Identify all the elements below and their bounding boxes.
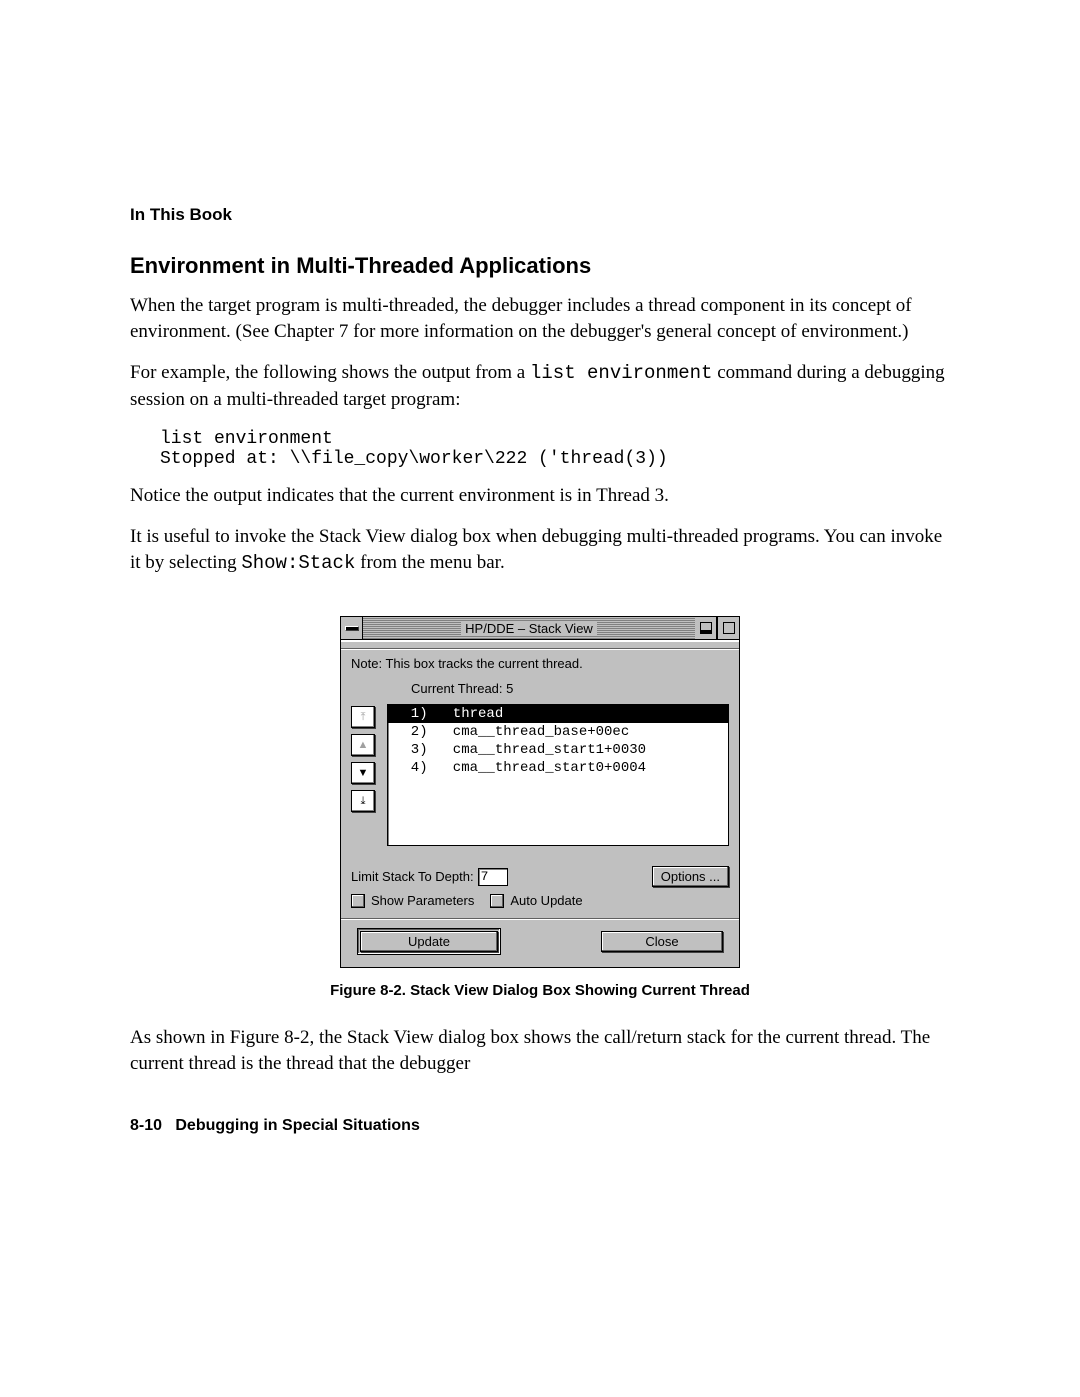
code-block: list environment Stopped at: \\file_copy… (160, 429, 950, 469)
scroll-bottom-button[interactable]: ⤓ (351, 790, 375, 812)
paragraph: For example, the following shows the out… (130, 360, 950, 412)
section-title: Environment in Multi-Threaded Applicatio… (130, 253, 950, 279)
update-button[interactable]: Update (360, 931, 498, 952)
stack-frame-row[interactable]: 2) cma__thread_base+00ec (388, 723, 728, 741)
text: from the menu bar. (355, 552, 504, 573)
page-footer: 8-10 Debugging in Special Situations (130, 1117, 950, 1135)
limit-depth-input[interactable] (478, 868, 508, 886)
limit-depth-label: Limit Stack To Depth: (351, 869, 474, 884)
close-button[interactable]: Close (601, 931, 723, 952)
dialog-body: Note: This box tracks the current thread… (341, 640, 739, 967)
text: For example, the following shows the out… (130, 362, 530, 383)
stack-listbox[interactable]: 1) thread 2) cma__thread_base+00ec 3) cm… (387, 704, 729, 846)
triangle-bar-up-icon: ⤒ (361, 711, 366, 724)
system-menu-button[interactable] (341, 617, 363, 639)
paragraph: It is useful to invoke the Stack View di… (130, 524, 950, 576)
maximize-button[interactable] (717, 617, 739, 639)
triangle-up-icon: ▲ (358, 739, 369, 751)
note-text: Note: This box tracks the current thread… (351, 656, 729, 671)
running-head: In This Book (130, 205, 950, 225)
stack-area: ⤒ ▲ ▼ ⤓ 1) thread 2) cma__thread_base+00… (351, 704, 729, 846)
scroll-buttons: ⤒ ▲ ▼ ⤓ (351, 704, 375, 846)
default-button-ring: Update (357, 928, 501, 955)
current-thread-value: 5 (506, 681, 513, 696)
figure-caption: Figure 8-2. Stack View Dialog Box Showin… (130, 982, 950, 999)
dash-icon (345, 626, 359, 631)
chapter-title: Debugging in Special Situations (175, 1117, 419, 1134)
scroll-up-button[interactable]: ▲ (351, 734, 375, 756)
paragraph: As shown in Figure 8-2, the Stack View d… (130, 1025, 950, 1076)
scroll-down-button[interactable]: ▼ (351, 762, 375, 784)
titlebar: HP/DDE – Stack View (341, 617, 739, 640)
stack-frame-row[interactable]: 4) cma__thread_start0+0004 (388, 759, 728, 777)
checkbox-icon (490, 894, 504, 908)
options-button[interactable]: Options ... (652, 866, 729, 887)
label-text: Current Thread: (411, 681, 506, 696)
paragraph: Notice the output indicates that the cur… (130, 483, 950, 509)
checkbox-label: Show Parameters (371, 893, 474, 908)
code-line: Stopped at: \\file_copy\worker\222 ('thr… (160, 449, 668, 469)
triangle-bar-down-icon: ⤓ (361, 795, 366, 808)
dialog-buttons: Update Close (351, 928, 729, 957)
checkbox-row: Show Parameters Auto Update (351, 893, 729, 908)
triangle-down-icon: ▼ (358, 767, 369, 779)
code-line: list environment (160, 429, 333, 449)
show-parameters-check[interactable]: Show Parameters (351, 893, 474, 908)
minimize-icon (700, 622, 712, 634)
page: In This Book Environment in Multi-Thread… (0, 0, 1080, 1397)
page-number: 8-10 (130, 1117, 162, 1134)
current-thread-label: Current Thread: 5 (411, 681, 729, 696)
stack-frame-row[interactable]: 1) thread (388, 705, 728, 723)
maximize-icon (723, 622, 735, 634)
controls-row: Limit Stack To Depth: Options ... (351, 866, 729, 887)
paragraph: When the target program is multi-threade… (130, 293, 950, 344)
checkbox-label: Auto Update (510, 893, 582, 908)
separator (341, 648, 739, 650)
auto-update-check[interactable]: Auto Update (490, 893, 582, 908)
window-title: HP/DDE – Stack View (363, 617, 695, 639)
inline-code: list environment (530, 362, 712, 384)
separator (341, 918, 739, 920)
minimize-button[interactable] (695, 617, 717, 639)
stack-view-dialog: HP/DDE – Stack View Note: This box track… (340, 616, 740, 968)
stack-frame-row[interactable]: 3) cma__thread_start1+0030 (388, 741, 728, 759)
checkbox-icon (351, 894, 365, 908)
scroll-top-button[interactable]: ⤒ (351, 706, 375, 728)
inline-code: Show:Stack (241, 552, 355, 574)
limit-depth-control: Limit Stack To Depth: (351, 868, 508, 886)
figure: HP/DDE – Stack View Note: This box track… (340, 616, 740, 968)
